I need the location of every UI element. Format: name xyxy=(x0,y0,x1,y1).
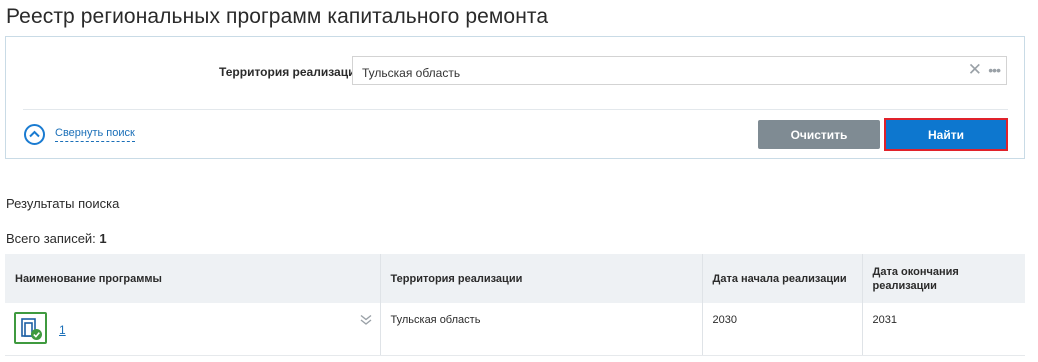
panel-divider xyxy=(23,109,1008,110)
territory-label: Территория реализации xyxy=(219,65,363,79)
program-link[interactable]: 1 xyxy=(59,323,66,337)
table-row[interactable]: 1 Тульская область 2030 2031 xyxy=(5,303,1025,356)
column-header-program-name[interactable]: Наименование программы xyxy=(5,254,381,303)
total-records: Всего записей: 1 xyxy=(6,231,107,246)
table-header-row: Наименование программы Территория реализ… xyxy=(5,254,1025,303)
start-date-cell: 2030 xyxy=(702,303,863,356)
find-button[interactable]: Найти xyxy=(884,118,1008,151)
territory-cell: Тульская область xyxy=(380,303,703,356)
page-title: Реестр региональных программ капитальног… xyxy=(6,5,549,28)
chevron-up-circle-icon xyxy=(24,123,45,145)
results-title: Результаты поиска xyxy=(6,196,120,211)
program-approved-icon[interactable] xyxy=(14,312,47,344)
double-chevron-down-icon[interactable] xyxy=(360,314,372,329)
results-table: Наименование программы Территория реализ… xyxy=(5,254,1025,356)
search-panel: Территория реализации Тульская область ✕… xyxy=(5,36,1025,159)
program-name-cell: 1 xyxy=(5,303,381,356)
more-icon[interactable]: ••• xyxy=(988,60,1001,80)
column-header-territory[interactable]: Территория реализации xyxy=(380,254,703,303)
column-header-end-date[interactable]: Дата окончания реализации xyxy=(862,254,1025,303)
clear-button[interactable]: Очистить xyxy=(758,120,880,149)
end-date-cell: 2031 xyxy=(862,303,1025,356)
column-header-start-date[interactable]: Дата начала реализации xyxy=(702,254,863,303)
collapse-search-link[interactable]: Свернуть поиск xyxy=(24,123,135,145)
total-label: Всего записей: xyxy=(6,231,96,246)
territory-field[interactable]: Тульская область ✕ ••• xyxy=(352,56,1007,85)
territory-value: Тульская область xyxy=(362,66,461,80)
close-icon[interactable]: ✕ xyxy=(968,60,982,80)
total-count: 1 xyxy=(99,231,107,246)
collapse-search-label: Свернуть поиск xyxy=(55,127,135,142)
